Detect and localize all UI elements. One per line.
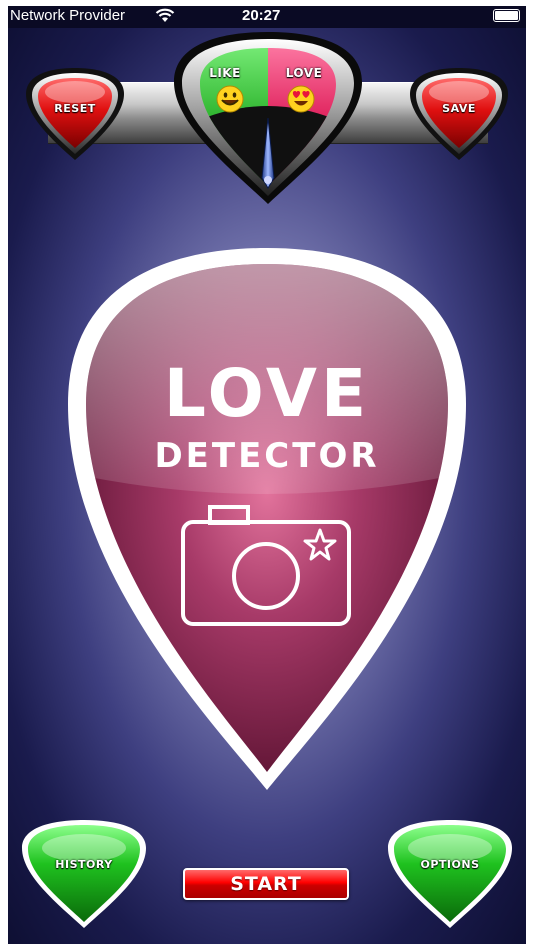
smiley-face-icon	[216, 85, 244, 113]
heart-eyes-face-icon	[287, 85, 315, 113]
history-button[interactable]	[20, 818, 148, 930]
app-subtitle: DETECTOR	[154, 436, 380, 476]
wifi-icon	[155, 8, 175, 27]
options-button[interactable]	[386, 818, 514, 930]
app-title: LOVE	[163, 355, 371, 432]
battery-icon	[493, 9, 520, 22]
clock: 20:27	[242, 7, 281, 24]
save-button[interactable]	[406, 64, 512, 164]
start-button[interactable]: START	[183, 868, 349, 900]
status-bar: Network Provider 20:27	[8, 6, 526, 28]
network-provider: Network Provider	[10, 7, 126, 24]
camera-star-icon[interactable]	[180, 504, 352, 628]
love-meter	[174, 32, 362, 204]
app-screen: Network Provider 20:27 RESET SAVE LIKE L…	[8, 6, 526, 944]
reset-button[interactable]	[22, 64, 128, 164]
